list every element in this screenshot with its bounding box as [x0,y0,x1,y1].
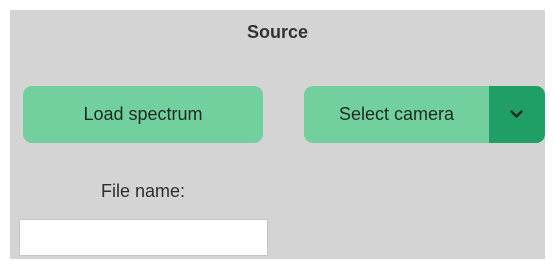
file-name-label: File name: [100,181,186,201]
select-camera-dropdown[interactable]: Select camera [304,86,545,143]
source-title: Source [246,22,309,42]
chevron-down-icon [510,110,523,118]
select-camera-label: Select camera [338,104,455,124]
load-spectrum-button[interactable]: Load spectrum [23,86,263,143]
dropdown-toggle[interactable] [489,86,545,143]
file-name-input[interactable] [19,219,268,256]
